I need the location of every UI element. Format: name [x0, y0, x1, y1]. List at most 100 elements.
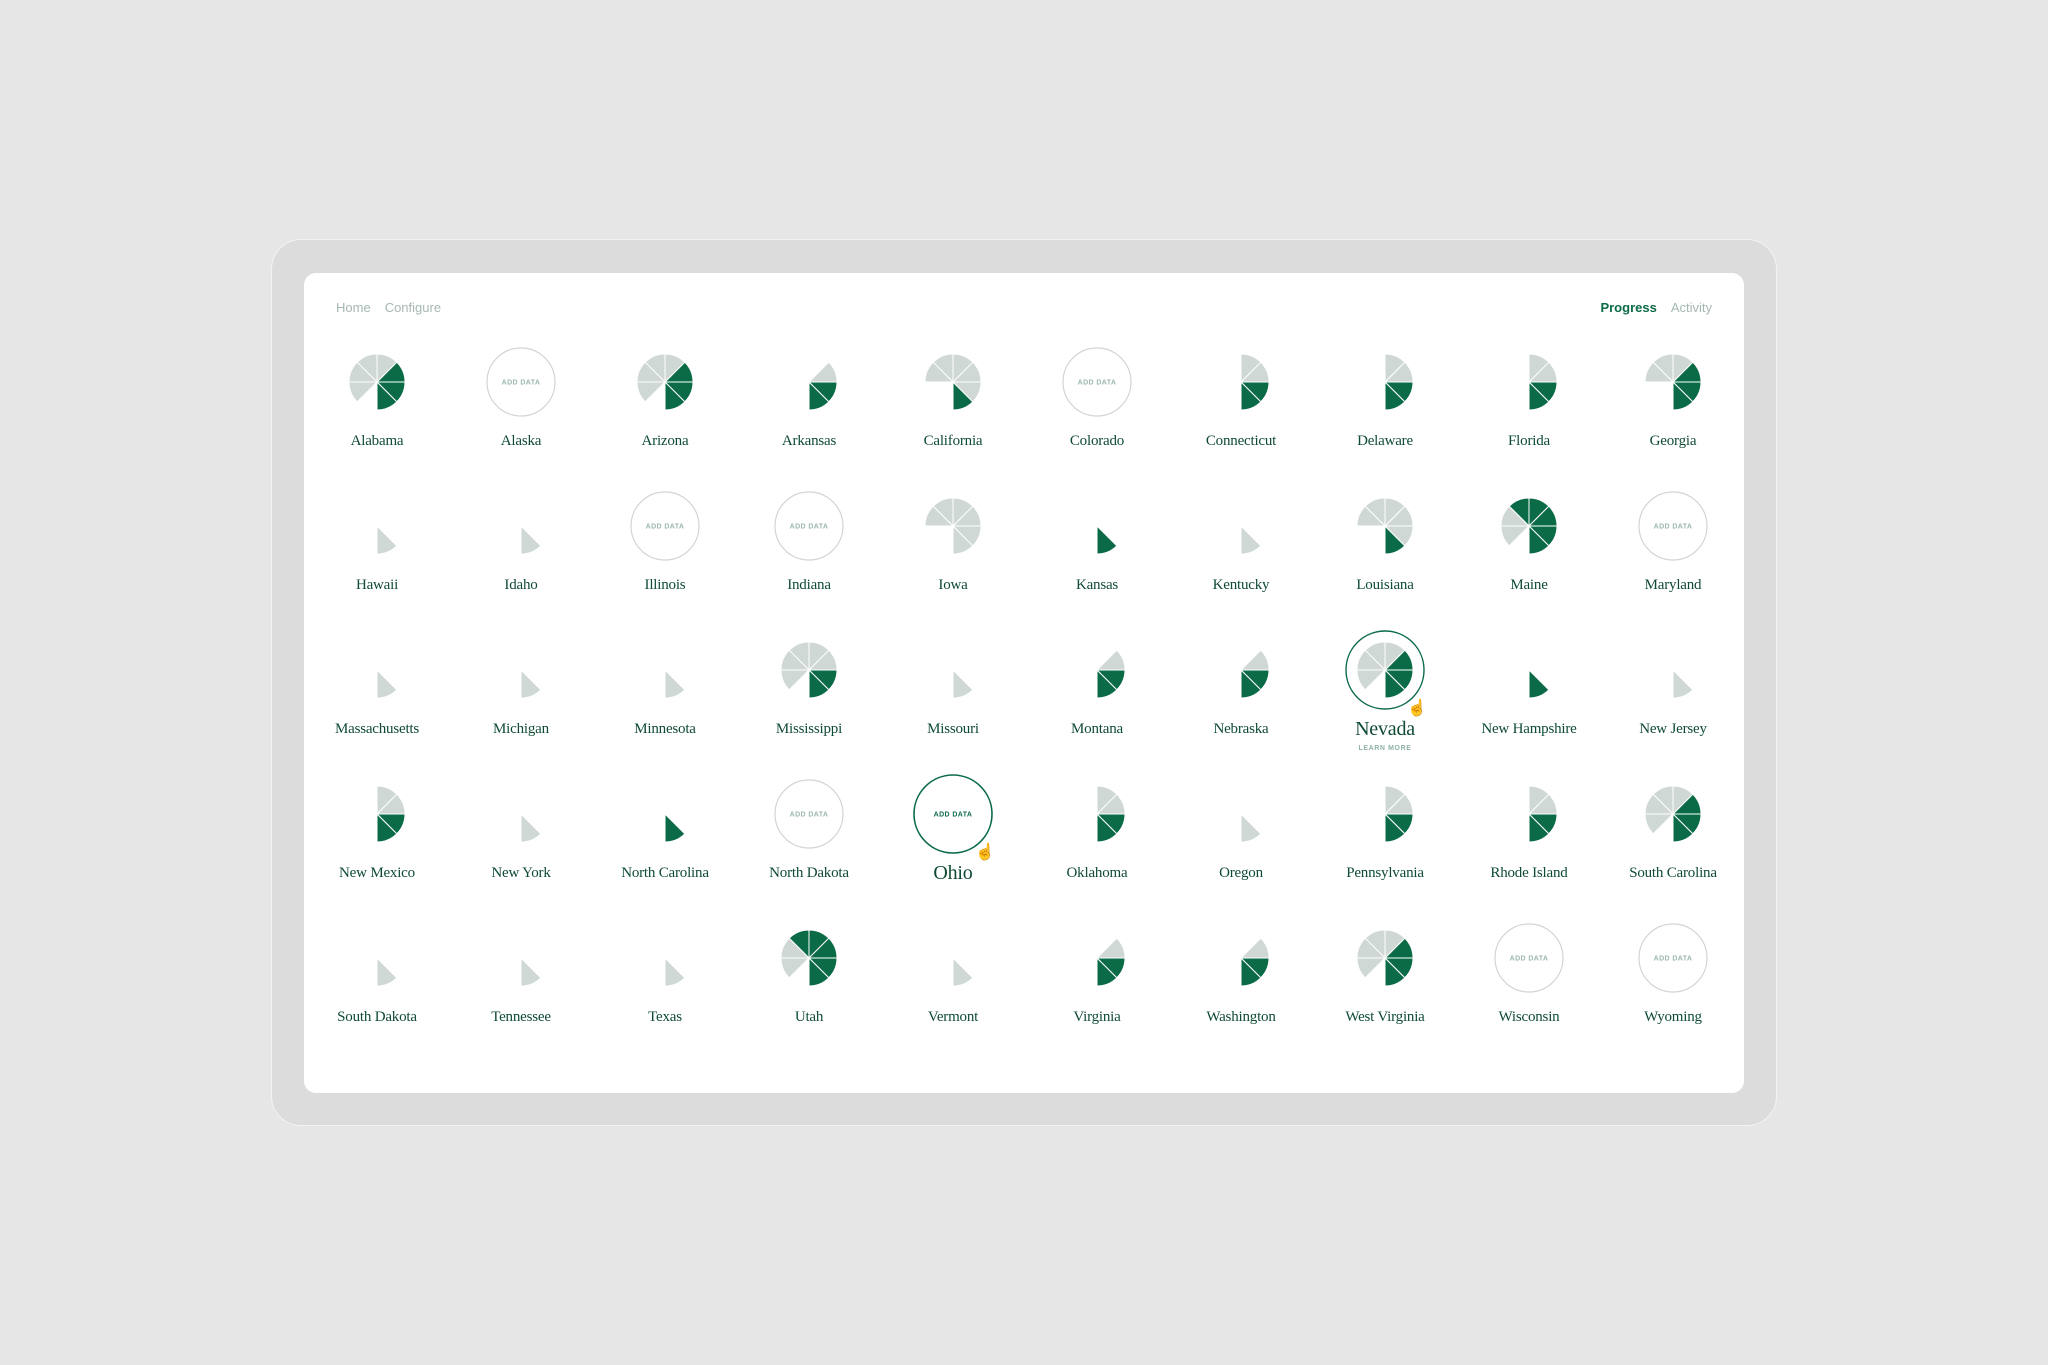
- progress-pie-icon: [1500, 497, 1558, 555]
- state-card[interactable]: Rhode Island: [1457, 767, 1601, 911]
- progress-segment-muted: [780, 957, 811, 979]
- state-card[interactable]: Mississippi: [737, 623, 881, 767]
- state-card[interactable]: Massachusetts: [305, 623, 449, 767]
- state-card[interactable]: New York: [449, 767, 593, 911]
- state-card[interactable]: North Carolina: [593, 767, 737, 911]
- state-card[interactable]: New Mexico: [305, 767, 449, 911]
- state-card[interactable]: Delaware: [1313, 335, 1457, 479]
- state-card[interactable]: Utah: [737, 911, 881, 1055]
- add-data-label: ADD DATA: [646, 524, 685, 531]
- state-card[interactable]: ☝ Nevada LEARN MORE: [1313, 623, 1457, 767]
- state-card[interactable]: ADD DATA Alaska: [449, 335, 593, 479]
- add-data-button[interactable]: ADD DATA: [486, 347, 556, 417]
- progress-pie-icon: [1095, 785, 1126, 843]
- progress-pie-icon: [1096, 524, 1118, 555]
- state-name: Oregon: [1219, 865, 1263, 881]
- state-name: New York: [491, 865, 551, 881]
- add-data-button[interactable]: ADD DATA: [774, 491, 844, 561]
- progress-pie-icon: [520, 956, 542, 987]
- state-card[interactable]: ADD DATA ☝ Ohio: [881, 767, 1025, 911]
- state-card[interactable]: Missouri: [881, 623, 1025, 767]
- state-card[interactable]: Florida: [1457, 335, 1601, 479]
- state-name: South Carolina: [1629, 865, 1717, 881]
- progress-segment-muted: [520, 812, 542, 843]
- progress-pie-icon: [520, 524, 542, 555]
- state-card[interactable]: ADD DATA Wyoming: [1601, 911, 1745, 1055]
- state-card[interactable]: Oregon: [1169, 767, 1313, 911]
- state-name: Ohio: [933, 862, 973, 884]
- state-card[interactable]: West Virginia: [1313, 911, 1457, 1055]
- state-card[interactable]: ADD DATA Colorado: [1025, 335, 1169, 479]
- state-name: Oklahoma: [1066, 865, 1128, 881]
- state-card[interactable]: New Hampshire: [1457, 623, 1601, 767]
- add-data-button[interactable]: ADD DATA: [774, 779, 844, 849]
- add-data-label: ADD DATA: [790, 812, 829, 819]
- state-card[interactable]: Kentucky: [1169, 479, 1313, 623]
- add-data-button[interactable]: ADD DATA ☝: [913, 774, 995, 861]
- state-card[interactable]: Virginia: [1025, 911, 1169, 1055]
- state-name: Vermont: [927, 1009, 979, 1025]
- progress-segment-muted: [1356, 669, 1387, 691]
- state-card[interactable]: Idaho: [449, 479, 593, 623]
- state-card[interactable]: Connecticut: [1169, 335, 1313, 479]
- progress-pie-icon: [1095, 649, 1126, 699]
- progress-segment-muted: [1644, 813, 1675, 835]
- add-data-button[interactable]: ADD DATA: [1638, 491, 1708, 561]
- progress-segment-muted: [1500, 525, 1531, 547]
- state-card[interactable]: Kansas: [1025, 479, 1169, 623]
- state-card[interactable]: Washington: [1169, 911, 1313, 1055]
- state-card[interactable]: Alabama: [305, 335, 449, 479]
- progress-segment-muted: [952, 956, 974, 987]
- add-data-button[interactable]: ADD DATA: [1638, 923, 1708, 993]
- progress-segment-muted: [520, 524, 542, 555]
- state-name: New Jersey: [1639, 721, 1707, 737]
- state-name: Delaware: [1357, 433, 1413, 449]
- state-name: Tennessee: [491, 1009, 551, 1025]
- state-card[interactable]: Minnesota: [593, 623, 737, 767]
- state-card[interactable]: Tennessee: [449, 911, 593, 1055]
- add-data-label: ADD DATA: [1654, 524, 1693, 531]
- state-card[interactable]: ADD DATA North Dakota: [737, 767, 881, 911]
- progress-pie-icon: [1383, 785, 1414, 843]
- state-card[interactable]: Georgia: [1601, 335, 1745, 479]
- state-card[interactable]: Pennsylvania: [1313, 767, 1457, 911]
- state-card[interactable]: Oklahoma: [1025, 767, 1169, 911]
- state-card[interactable]: Michigan: [449, 623, 593, 767]
- add-data-button[interactable]: ADD DATA: [1062, 347, 1132, 417]
- progress-segment-muted: [664, 956, 686, 987]
- state-card[interactable]: ADD DATA Wisconsin: [1457, 911, 1601, 1055]
- state-card[interactable]: Montana: [1025, 623, 1169, 767]
- state-card[interactable]: ADD DATA Maryland: [1601, 479, 1745, 623]
- add-data-label: ADD DATA: [790, 524, 829, 531]
- state-name: Nebraska: [1213, 721, 1269, 737]
- state-card[interactable]: ADD DATA Indiana: [737, 479, 881, 623]
- progress-segment-muted: [376, 956, 398, 987]
- state-card[interactable]: Iowa: [881, 479, 1025, 623]
- state-card[interactable]: ADD DATA Illinois: [593, 479, 737, 623]
- state-card[interactable]: New Jersey: [1601, 623, 1745, 767]
- add-data-label: ADD DATA: [1078, 380, 1117, 387]
- state-card[interactable]: Arkansas: [737, 335, 881, 479]
- state-name: Missouri: [927, 721, 979, 737]
- progress-segment-muted: [520, 668, 542, 699]
- state-name: Pennsylvania: [1346, 865, 1424, 881]
- state-card[interactable]: Vermont: [881, 911, 1025, 1055]
- progress-segment-muted: [348, 381, 379, 403]
- state-card[interactable]: Louisiana: [1313, 479, 1457, 623]
- state-name: North Carolina: [621, 865, 709, 881]
- state-card[interactable]: South Carolina: [1601, 767, 1745, 911]
- state-card[interactable]: Hawaii: [305, 479, 449, 623]
- state-card[interactable]: Arizona: [593, 335, 737, 479]
- learn-more-link[interactable]: LEARN MORE: [1313, 745, 1457, 752]
- progress-pie-icon: [1240, 524, 1262, 555]
- state-name: South Dakota: [337, 1009, 417, 1025]
- state-name: Rhode Island: [1490, 865, 1568, 881]
- state-card[interactable]: Maine: [1457, 479, 1601, 623]
- state-card[interactable]: South Dakota: [305, 911, 449, 1055]
- state-card[interactable]: Nebraska: [1169, 623, 1313, 767]
- add-data-button[interactable]: ADD DATA: [630, 491, 700, 561]
- add-data-button[interactable]: ADD DATA: [1494, 923, 1564, 993]
- progress-segment-filled: [664, 812, 686, 843]
- state-card[interactable]: Texas: [593, 911, 737, 1055]
- state-card[interactable]: California: [881, 335, 1025, 479]
